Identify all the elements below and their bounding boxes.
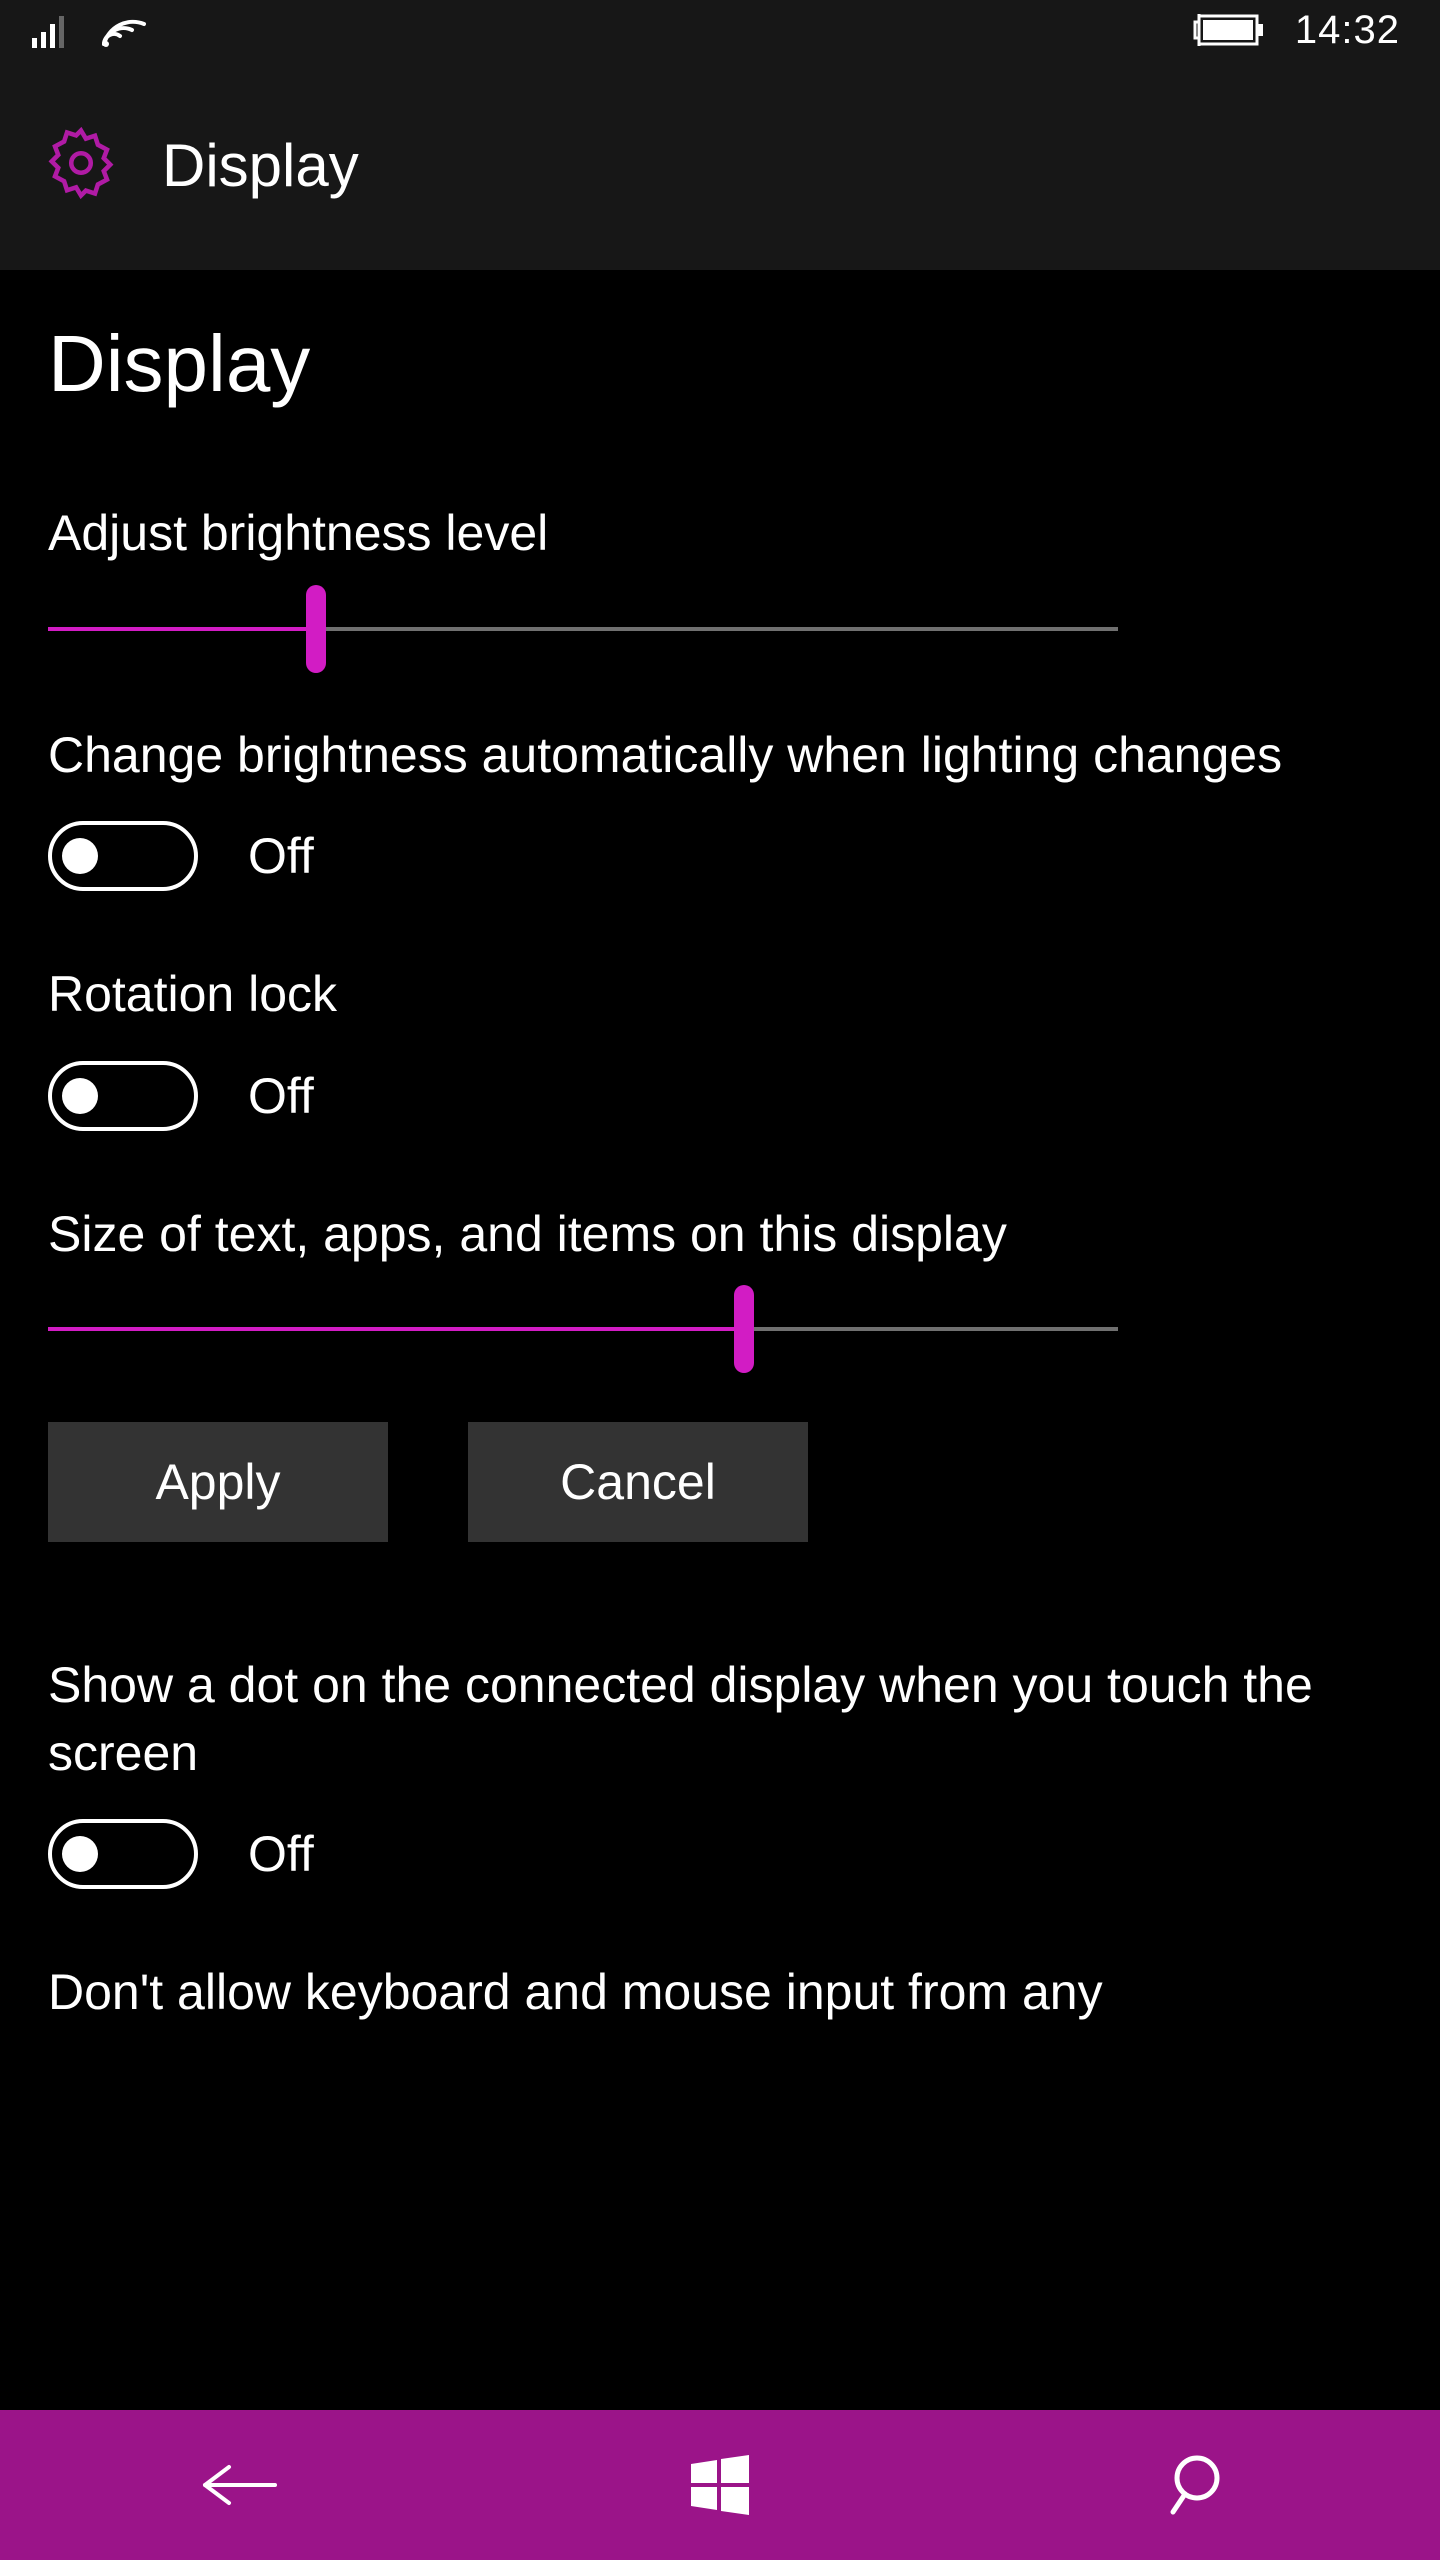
cutoff-next-setting: Don't allow keyboard and mouse input fro… xyxy=(48,1959,1392,2027)
status-bar: 14:32 xyxy=(0,0,1440,60)
toggle-knob xyxy=(62,1078,98,1114)
auto-brightness-label: Change brightness automatically when lig… xyxy=(48,722,1392,790)
toggle-knob xyxy=(62,838,98,874)
slider-fill xyxy=(48,1327,744,1331)
brightness-section: Adjust brightness level xyxy=(48,500,1392,652)
search-button[interactable] xyxy=(1100,2410,1300,2560)
rotation-lock-toggle-row: Off xyxy=(48,1061,1392,1131)
auto-brightness-toggle-row: Off xyxy=(48,821,1392,891)
slider-thumb[interactable] xyxy=(306,585,326,673)
auto-brightness-toggle[interactable] xyxy=(48,821,198,891)
touch-dot-state: Off xyxy=(248,1825,314,1883)
rotation-lock-label: Rotation lock xyxy=(48,961,1392,1029)
scaling-slider[interactable] xyxy=(48,1306,1118,1352)
signal-icon xyxy=(30,10,70,50)
page-title: Display xyxy=(48,318,1392,410)
slider-fill xyxy=(48,627,316,631)
scaling-section: Size of text, apps, and items on this di… xyxy=(48,1201,1392,1353)
app-title-bar: Display xyxy=(0,60,1440,270)
gear-icon xyxy=(42,124,120,207)
scaling-button-row: Apply Cancel xyxy=(48,1422,1392,1542)
app-title: Display xyxy=(162,131,359,200)
wifi-icon xyxy=(98,10,150,50)
status-left xyxy=(30,10,150,50)
touch-dot-toggle-row: Off xyxy=(48,1819,1392,1889)
rotation-lock-section: Rotation lock Off xyxy=(48,961,1392,1131)
rotation-lock-state: Off xyxy=(248,1067,314,1125)
auto-brightness-state: Off xyxy=(248,827,314,885)
touch-dot-toggle[interactable] xyxy=(48,1819,198,1889)
system-nav-bar xyxy=(0,2410,1440,2560)
status-right: 14:32 xyxy=(1191,8,1400,53)
start-button[interactable] xyxy=(620,2410,820,2560)
brightness-slider[interactable] xyxy=(48,606,1118,652)
toggle-knob xyxy=(62,1836,98,1872)
cancel-button[interactable]: Cancel xyxy=(468,1422,808,1542)
scaling-label: Size of text, apps, and items on this di… xyxy=(48,1201,1392,1269)
rotation-lock-toggle[interactable] xyxy=(48,1061,198,1131)
back-button[interactable] xyxy=(140,2410,340,2560)
touch-dot-section: Show a dot on the connected display when… xyxy=(48,1652,1392,1889)
slider-thumb[interactable] xyxy=(734,1285,754,1373)
battery-charging-icon xyxy=(1191,12,1267,48)
clock: 14:32 xyxy=(1295,8,1400,53)
content-area: Display Adjust brightness level Change b… xyxy=(0,270,1440,2410)
brightness-label: Adjust brightness level xyxy=(48,500,1392,568)
apply-button[interactable]: Apply xyxy=(48,1422,388,1542)
auto-brightness-section: Change brightness automatically when lig… xyxy=(48,722,1392,892)
touch-dot-label: Show a dot on the connected display when… xyxy=(48,1652,1392,1787)
